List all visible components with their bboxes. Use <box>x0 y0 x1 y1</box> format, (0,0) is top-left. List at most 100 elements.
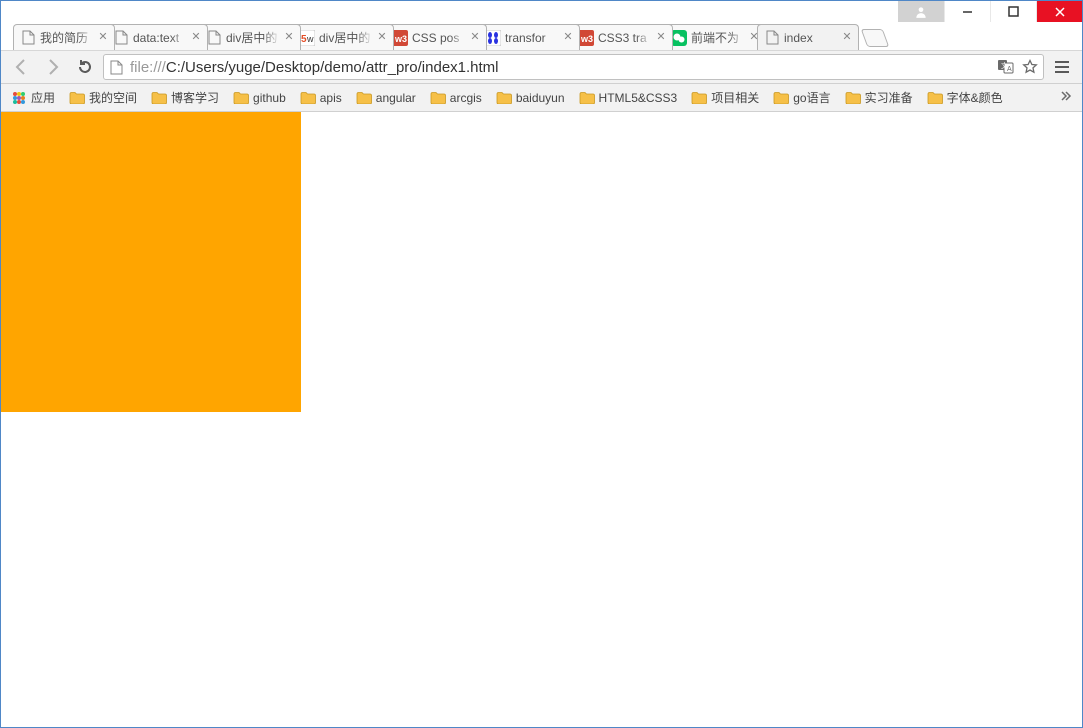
bookmark-folder[interactable]: HTML5&CSS3 <box>573 87 684 109</box>
tab-favicon <box>20 30 36 46</box>
window-maximize-button[interactable] <box>990 1 1036 22</box>
bookmark-folder[interactable]: 我的空间 <box>63 86 143 109</box>
tab-favicon <box>113 30 129 46</box>
browser-toolbar: file:///C:/Users/yuge/Desktop/demo/attr_… <box>1 50 1082 84</box>
titlebar-drag-region[interactable] <box>1 1 898 22</box>
tab-label: transfor <box>505 31 561 45</box>
reload-icon <box>76 58 94 76</box>
tab-close-button[interactable]: ✕ <box>282 31 296 45</box>
close-icon <box>1054 6 1066 18</box>
browser-tab[interactable]: 我的简历✕ <box>13 24 115 50</box>
tab-favicon <box>671 30 687 46</box>
url-scheme: file:/// <box>130 59 166 76</box>
hamburger-icon <box>1054 60 1070 74</box>
folder-icon <box>69 90 85 106</box>
tab-close-button[interactable]: ✕ <box>96 31 110 45</box>
minimize-icon <box>962 6 973 17</box>
bookmark-folder[interactable]: 实习准备 <box>839 86 919 109</box>
tab-label: 我的简历 <box>40 29 96 46</box>
browser-tab[interactable]: data:text✕ <box>106 24 208 50</box>
page-viewport <box>1 112 1082 727</box>
svg-text:w: w <box>306 34 314 44</box>
window-close-button[interactable] <box>1036 1 1082 22</box>
url-path: C:/Users/yuge/Desktop/demo/attr_pro/inde… <box>166 59 499 76</box>
tab-close-button[interactable]: ✕ <box>561 31 575 45</box>
svg-text:w3: w3 <box>394 34 407 44</box>
nav-forward-button[interactable] <box>39 53 67 81</box>
apps-label: 应用 <box>31 89 55 106</box>
star-icon <box>1022 59 1038 75</box>
tab-label: index <box>784 31 840 45</box>
tab-label: div居中的 <box>319 29 375 46</box>
tab-label: CSS pos <box>412 31 468 45</box>
bookmark-label: baiduyun <box>516 91 565 105</box>
tab-favicon: w3 <box>392 30 408 46</box>
folder-icon <box>233 90 249 106</box>
bookmark-label: 实习准备 <box>865 89 913 106</box>
browser-tab[interactable]: index✕ <box>757 24 859 50</box>
address-url: file:///C:/Users/yuge/Desktop/demo/attr_… <box>130 59 991 76</box>
folder-icon <box>845 90 861 106</box>
window-minimize-button[interactable] <box>944 1 990 22</box>
bookmarks-bar: 应用 我的空间博客学习 github apis angular arcgis baiduy… <box>1 84 1082 112</box>
bookmark-folder[interactable]: 项目相关 <box>685 86 765 109</box>
new-tab-button[interactable] <box>861 29 890 47</box>
tab-label: 前端不为 <box>691 29 747 46</box>
bookmark-folder[interactable]: apis <box>294 87 348 109</box>
translate-button[interactable]: 文A <box>997 58 1015 76</box>
tab-favicon: w3 <box>578 30 594 46</box>
svg-text:w3: w3 <box>580 34 593 44</box>
tab-favicon <box>206 30 222 46</box>
bookmark-label: apis <box>320 91 342 105</box>
browser-tab[interactable]: 5wdiv居中的✕ <box>292 24 394 50</box>
chrome-menu-button[interactable] <box>1048 53 1076 81</box>
bookmark-folder[interactable]: baiduyun <box>490 87 571 109</box>
tab-favicon: 5w <box>299 30 315 46</box>
nav-reload-button[interactable] <box>71 53 99 81</box>
svg-text:A: A <box>1007 66 1012 73</box>
chrome-user-button[interactable] <box>898 1 944 22</box>
orange-box <box>1 112 301 412</box>
browser-tab[interactable]: div居中的✕ <box>199 24 301 50</box>
maximize-icon <box>1008 6 1019 17</box>
bookmark-folder[interactable]: 博客学习 <box>145 86 225 109</box>
bookmark-folder[interactable]: angular <box>350 87 422 109</box>
browser-tab[interactable]: transfor✕ <box>478 24 580 50</box>
bookmark-star-button[interactable] <box>1021 58 1039 76</box>
arrow-left-icon <box>12 58 30 76</box>
translate-icon: 文A <box>998 60 1014 74</box>
tab-close-button[interactable]: ✕ <box>189 31 203 45</box>
tab-close-button[interactable]: ✕ <box>468 31 482 45</box>
folder-icon <box>300 90 316 106</box>
bookmark-label: go语言 <box>793 89 830 106</box>
folder-icon <box>579 90 595 106</box>
bookmark-folder[interactable]: arcgis <box>424 87 488 109</box>
bookmark-label: arcgis <box>450 91 482 105</box>
tab-label: CSS3 tra <box>598 31 654 45</box>
tab-close-button[interactable]: ✕ <box>375 31 389 45</box>
tab-close-button[interactable]: ✕ <box>654 31 668 45</box>
browser-tab[interactable]: 前端不为✕ <box>664 24 766 50</box>
bookmark-label: github <box>253 91 286 105</box>
window-titlebar <box>1 1 1082 22</box>
bookmark-folder[interactable]: go语言 <box>767 86 836 109</box>
browser-tab[interactable]: w3 CSS pos✕ <box>385 24 487 50</box>
nav-back-button[interactable] <box>7 53 35 81</box>
tab-favicon <box>764 30 780 46</box>
bookmarks-overflow-button[interactable] <box>1054 86 1078 109</box>
bookmark-folder[interactable]: github <box>227 87 292 109</box>
folder-icon <box>430 90 446 106</box>
tab-close-button[interactable]: ✕ <box>840 31 854 45</box>
bookmark-folder[interactable]: 字体&颜色 <box>921 86 1009 109</box>
tab-strip: 我的简历✕data:text✕div居中的✕5wdiv居中的✕w3CSS pos… <box>1 22 1082 50</box>
bookmark-label: 我的空间 <box>89 89 137 106</box>
apps-icon <box>11 90 27 106</box>
arrow-right-icon <box>44 58 62 76</box>
folder-icon <box>927 90 943 106</box>
browser-tab[interactable]: w3 CSS3 tra✕ <box>571 24 673 50</box>
bookmark-label: HTML5&CSS3 <box>599 91 678 105</box>
apps-shortcut[interactable]: 应用 <box>5 86 61 109</box>
page-icon <box>108 59 124 75</box>
chevron-right-double-icon <box>1060 90 1072 102</box>
address-bar[interactable]: file:///C:/Users/yuge/Desktop/demo/attr_… <box>103 54 1044 80</box>
